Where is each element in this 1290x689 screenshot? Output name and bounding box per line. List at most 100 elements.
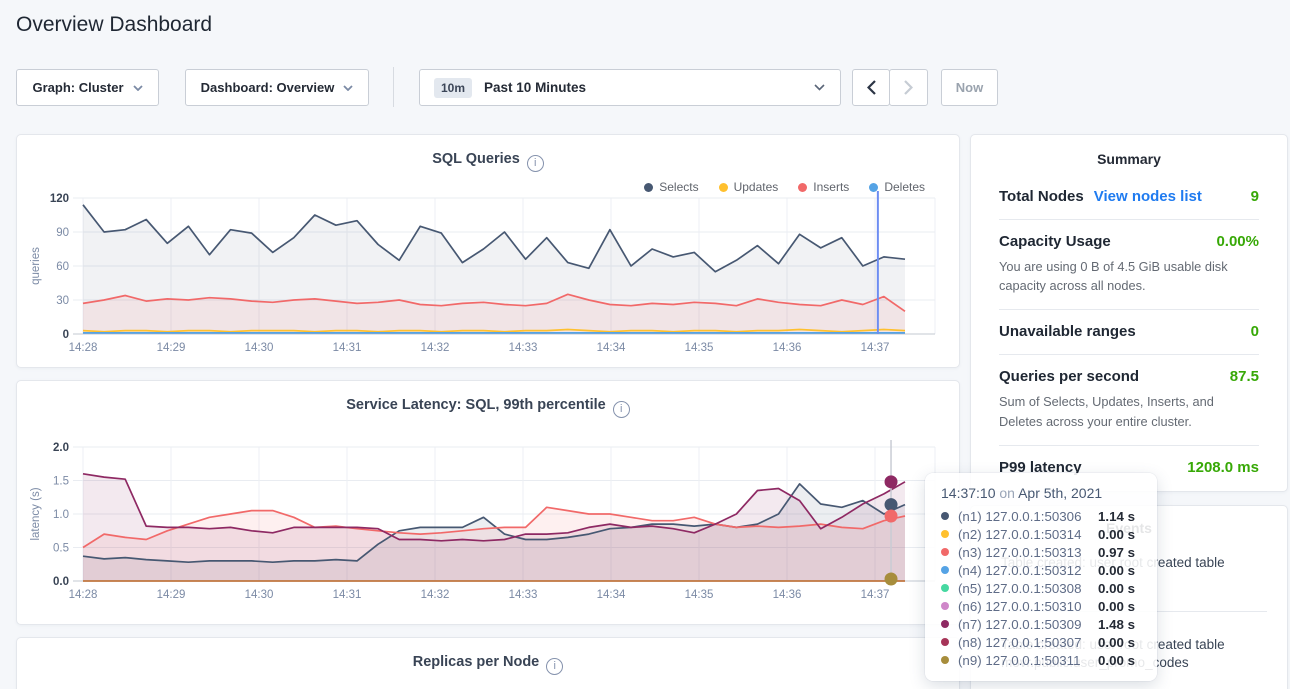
graph-dropdown[interactable]: Graph: Cluster (16, 69, 159, 106)
summary-stat: Total Nodes View nodes list 9 (999, 175, 1259, 220)
graph-dropdown-label: Graph: Cluster (32, 80, 123, 95)
svg-text:14:30: 14:30 (245, 342, 274, 354)
svg-text:14:30: 14:30 (245, 589, 274, 601)
svg-text:0.5: 0.5 (53, 543, 69, 555)
svg-text:14:32: 14:32 (421, 589, 450, 601)
svg-text:14:37: 14:37 (861, 589, 890, 601)
now-button[interactable]: Now (941, 69, 998, 106)
svg-text:1.5: 1.5 (53, 476, 69, 488)
service-latency-title: Service Latency: SQL, 99th percentile (17, 381, 959, 418)
svg-text:14:31: 14:31 (333, 342, 362, 354)
events-panel: Events Table created: user root created … (970, 505, 1288, 689)
chevron-down-icon (343, 85, 353, 91)
sql-queries-legend: Selects Updates Inserts Deletes (644, 180, 925, 194)
summary-stat-label: Unavailable ranges (999, 323, 1136, 340)
time-range-badge: 10m (434, 78, 472, 98)
summary-stat-head: Queries per second 87.5 (999, 368, 1259, 385)
svg-text:0: 0 (63, 329, 69, 341)
summary-stat-value: 9 (1251, 188, 1259, 205)
svg-text:30: 30 (56, 295, 69, 307)
summary-stat-head: P99 latency 1208.0 ms (999, 459, 1259, 476)
chevron-right-icon (904, 80, 913, 95)
svg-text:60: 60 (56, 261, 69, 273)
chevron-down-icon (814, 84, 825, 91)
dashboard-dropdown[interactable]: Dashboard: Overview (185, 69, 369, 106)
info-icon[interactable] (546, 658, 563, 675)
legend-dot-icon (644, 183, 653, 192)
event-row[interactable]: Table created: user root created tablemo… (1001, 612, 1267, 672)
summary-stat: Queries per second 87.5 Sum of Selects, Up… (999, 355, 1259, 445)
legend-dot-icon (869, 183, 878, 192)
svg-text:14:34: 14:34 (597, 589, 626, 601)
summary-panel: Summary Total Nodes View nodes list 9 Capac… (970, 134, 1288, 492)
summary-stat-value: 0 (1251, 323, 1259, 340)
svg-text:90: 90 (56, 227, 69, 239)
legend-item[interactable]: Selects (644, 180, 698, 194)
legend-item-label: Inserts (813, 180, 849, 194)
time-range-label: Past 10 Minutes (484, 80, 586, 95)
service-latency-card: Service Latency: SQL, 99th percentile 0.… (16, 380, 960, 625)
event-row[interactable]: Table created: user root created table (1001, 546, 1267, 612)
legend-dot-icon (798, 183, 807, 192)
chart-title-text: Replicas per Node (413, 654, 540, 670)
svg-text:latency (s): latency (s) (30, 487, 42, 540)
svg-text:14:29: 14:29 (157, 589, 186, 601)
summary-stat-left: Capacity Usage (999, 233, 1111, 250)
summary-title: Summary (971, 135, 1287, 175)
events-rows: Table created: user root created tableTa… (1001, 546, 1267, 672)
info-icon[interactable] (613, 401, 630, 418)
svg-text:14:31: 14:31 (333, 589, 362, 601)
summary-stat-value: 87.5 (1230, 368, 1259, 385)
now-button-label: Now (956, 80, 983, 95)
summary-stat-head: Capacity Usage 0.00% (999, 233, 1259, 250)
svg-text:14:32: 14:32 (421, 342, 450, 354)
summary-stat-value: 0.00% (1216, 233, 1259, 250)
summary-stat-description: Sum of Selects, Updates, Inserts, and De… (999, 392, 1259, 430)
svg-text:14:29: 14:29 (157, 342, 186, 354)
summary-stat-left: Total Nodes View nodes list (999, 188, 1202, 205)
summary-stat-label: P99 latency (999, 459, 1082, 476)
info-icon[interactable] (527, 155, 544, 172)
summary-stat-label: Queries per second (999, 368, 1139, 385)
legend-item-label: Updates (734, 180, 779, 194)
summary-stat: Capacity Usage0.00%You are using 0 B of … (999, 220, 1259, 310)
svg-text:14:33: 14:33 (509, 342, 538, 354)
legend-item[interactable]: Updates (719, 180, 779, 194)
svg-text:14:28: 14:28 (69, 589, 98, 601)
legend-item-label: Deletes (884, 180, 925, 194)
event-row-line: movr.public.user_promo_codes (1001, 654, 1267, 672)
sql-queries-card: SQL Queries Selects Updates Inserts Deletes… (16, 134, 960, 368)
view-nodes-link[interactable]: View nodes list (1094, 188, 1202, 205)
svg-text:14:34: 14:34 (597, 342, 626, 354)
svg-text:queries: queries (30, 247, 42, 285)
svg-text:120: 120 (50, 193, 69, 205)
svg-text:14:36: 14:36 (773, 342, 802, 354)
svg-text:14:37: 14:37 (861, 342, 890, 354)
time-next-button[interactable] (889, 69, 928, 106)
replicas-per-node-card: Replicas per Node (16, 637, 960, 689)
summary-stat-left: Queries per second (999, 368, 1139, 385)
time-prev-button[interactable] (852, 69, 890, 106)
svg-text:14:35: 14:35 (685, 342, 714, 354)
summary-stat-value: 1208.0 ms (1187, 459, 1259, 476)
events-title: Events (971, 506, 1287, 536)
time-range-selector[interactable]: 10m Past 10 Minutes (419, 69, 841, 106)
summary-stat-label: Total Nodes (999, 188, 1084, 205)
summary-stat: Unavailable ranges 0 (999, 310, 1259, 355)
svg-text:1.0: 1.0 (53, 509, 69, 521)
chevron-left-icon (867, 80, 876, 95)
summary-stat-left: P99 latency (999, 459, 1082, 476)
sql-queries-title: SQL Queries (17, 135, 959, 172)
legend-item[interactable]: Deletes (869, 180, 925, 194)
svg-text:14:33: 14:33 (509, 589, 538, 601)
chart-title-text: Service Latency: SQL, 99th percentile (346, 397, 606, 413)
replicas-per-node-title: Replicas per Node (17, 638, 959, 675)
svg-text:14:35: 14:35 (685, 589, 714, 601)
event-row-line: Table created: user root created table (1001, 636, 1267, 654)
svg-text:2.0: 2.0 (53, 442, 69, 454)
svg-text:14:36: 14:36 (773, 589, 802, 601)
legend-item[interactable]: Inserts (798, 180, 849, 194)
legend-item-label: Selects (659, 180, 698, 194)
chart-title-text: SQL Queries (432, 151, 520, 167)
legend-dot-icon (719, 183, 728, 192)
